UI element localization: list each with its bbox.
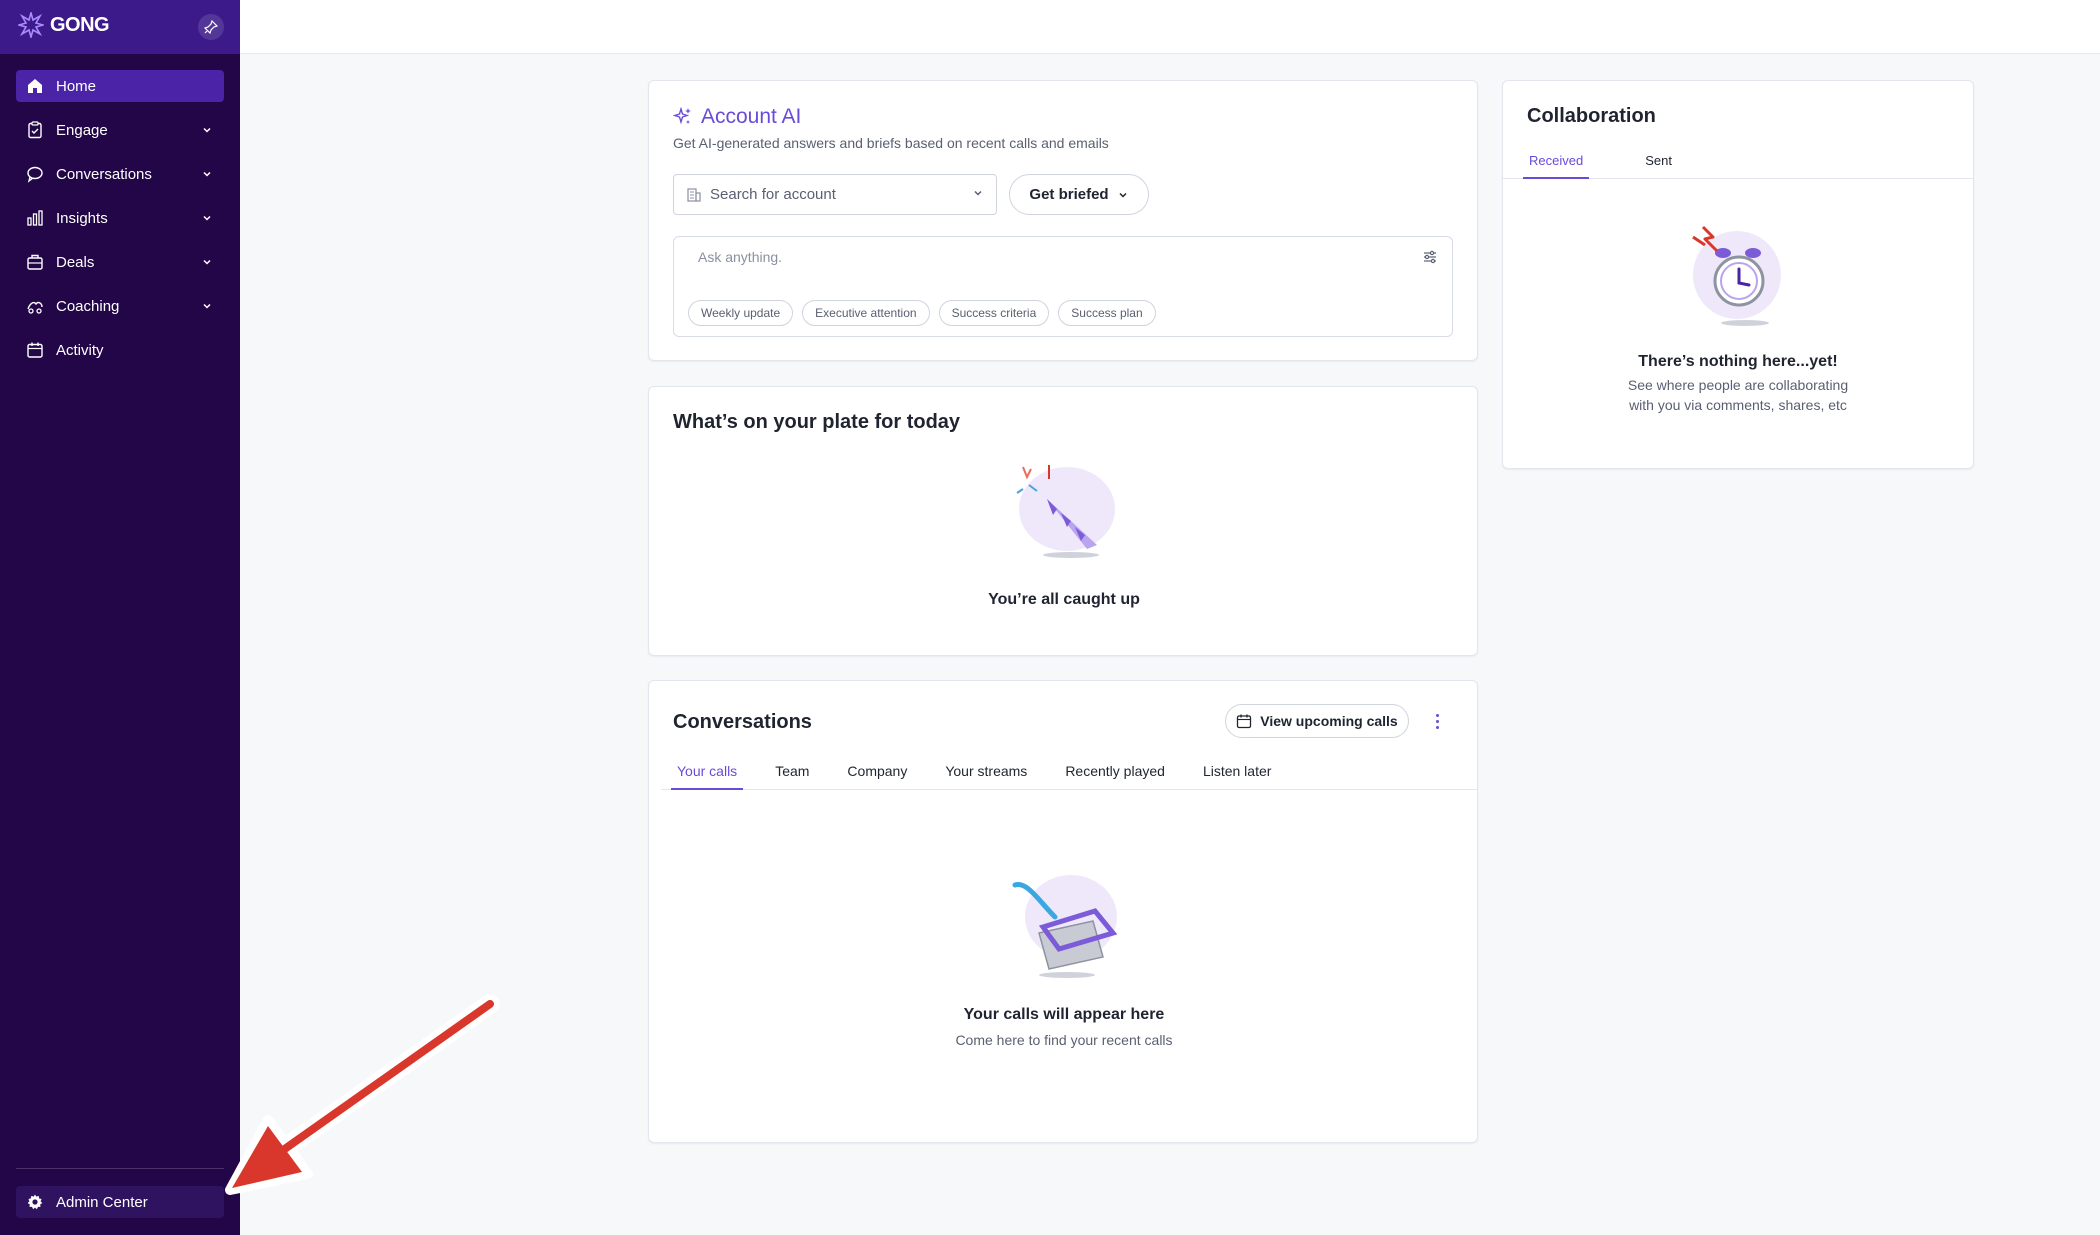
- collaboration-empty-subtitle-2: with you via comments, shares, etc: [1629, 397, 1847, 413]
- chat-icon: [26, 165, 44, 183]
- conversations-empty-state: Your calls will appear here Come here to…: [649, 1006, 1479, 1050]
- ask-anything-input[interactable]: Ask anything. Weekly update Executive at…: [673, 236, 1453, 337]
- calendar-icon: [26, 341, 44, 359]
- conversations-empty-subtitle: Come here to find your recent calls: [955, 1032, 1173, 1048]
- collaboration-title: Collaboration: [1527, 105, 1656, 127]
- calendar-icon: [1237, 714, 1252, 729]
- party-horn-illustration: [1016, 465, 1115, 558]
- collaboration-tabs: Received Sent: [1503, 153, 1973, 179]
- get-briefed-button[interactable]: Get briefed: [1009, 174, 1149, 215]
- sidebar-item-coaching[interactable]: Coaching: [16, 290, 224, 322]
- chevron-down-icon: [200, 211, 214, 225]
- pin-button[interactable]: [198, 14, 224, 40]
- bar-chart-icon: [26, 209, 44, 227]
- admin-center-label: Admin Center: [56, 1193, 148, 1211]
- home-icon: [26, 77, 44, 95]
- account-search-dropdown[interactable]: Search for account: [673, 174, 997, 215]
- sidebar: GONG Home Engage Conversations Insights …: [0, 0, 240, 1235]
- sidebar-item-label: Insights: [56, 209, 108, 227]
- tab-received[interactable]: Received: [1522, 153, 1590, 179]
- collaboration-empty-subtitle-1: See where people are collaborating: [1627, 377, 1849, 393]
- account-ai-title: Account AI: [673, 105, 801, 129]
- chevron-down-icon: [200, 167, 214, 181]
- sidebar-item-label: Coaching: [56, 297, 120, 315]
- account-search-placeholder: Search for account: [710, 186, 836, 203]
- chevron-down-icon: [200, 299, 214, 313]
- more-options-icon[interactable]: [1431, 709, 1443, 733]
- annotation-arrow: [225, 994, 500, 1195]
- tab-your-calls[interactable]: Your calls: [670, 763, 744, 790]
- conversations-empty-title: Your calls will appear here: [963, 1006, 1165, 1023]
- conversations-tabs: Your calls Team Company Your streams Rec…: [661, 763, 1477, 790]
- collaboration-card: Collaboration Received Sent There’s noth…: [1502, 80, 1974, 469]
- sidebar-item-engage[interactable]: Engage: [16, 114, 224, 146]
- gear-icon: [26, 1193, 44, 1211]
- sidebar-divider: [16, 1168, 224, 1169]
- collaboration-empty-state: There’s nothing here...yet! See where pe…: [1503, 353, 1973, 415]
- sidebar-item-label: Activity: [56, 341, 104, 359]
- tab-your-streams[interactable]: Your streams: [945, 763, 1027, 789]
- admin-center-button[interactable]: Admin Center: [16, 1186, 224, 1218]
- sidebar-item-label: Deals: [56, 253, 95, 271]
- chevron-down-icon: [200, 255, 214, 269]
- clipboard-icon: [26, 121, 44, 139]
- conversations-title: Conversations: [673, 711, 812, 733]
- building-icon: [687, 187, 701, 202]
- tab-recently-played[interactable]: Recently played: [1065, 763, 1165, 789]
- tab-team[interactable]: Team: [775, 763, 809, 789]
- plate-empty-state: You’re all caught up: [649, 591, 1479, 609]
- gong-logo[interactable]: GONG: [18, 12, 110, 38]
- tab-sent[interactable]: Sent: [1645, 153, 1672, 178]
- suggestion-chips: Weekly update Executive attention Succes…: [688, 300, 1156, 326]
- sidebar-item-deals[interactable]: Deals: [16, 246, 224, 278]
- conversations-card: Conversations View upcoming calls Your c…: [648, 680, 1478, 1143]
- plate-card: What’s on your plate for today You’re al…: [648, 386, 1478, 656]
- gong-burst-icon: [18, 12, 44, 38]
- plate-empty-title: You’re all caught up: [988, 591, 1140, 608]
- tab-listen-later[interactable]: Listen later: [1203, 763, 1271, 789]
- lunchbox-illustration: [1012, 875, 1118, 978]
- chevron-down-icon: [200, 123, 214, 137]
- sidebar-nav: Home Engage Conversations Insights Deals…: [16, 70, 224, 378]
- alarm-clock-illustration: [1692, 225, 1781, 326]
- top-bar: [240, 0, 2100, 54]
- sidebar-item-conversations[interactable]: Conversations: [16, 158, 224, 190]
- tab-company[interactable]: Company: [847, 763, 907, 789]
- briefcase-icon: [26, 253, 44, 271]
- chevron-down-icon: [972, 186, 984, 203]
- chevron-down-icon: [1119, 192, 1127, 198]
- chip-executive-attention[interactable]: Executive attention: [802, 300, 930, 326]
- ask-placeholder: Ask anything.: [698, 249, 783, 265]
- sidebar-item-insights[interactable]: Insights: [16, 202, 224, 234]
- coaching-icon: [26, 297, 44, 315]
- plate-title: What’s on your plate for today: [673, 411, 961, 433]
- sidebar-item-label: Home: [56, 77, 97, 95]
- sparkle-icon: [673, 107, 691, 125]
- collaboration-empty-title: There’s nothing here...yet!: [1638, 353, 1838, 370]
- sidebar-item-home[interactable]: Home: [16, 70, 224, 102]
- sidebar-item-label: Engage: [56, 121, 108, 139]
- chip-success-plan[interactable]: Success plan: [1058, 300, 1156, 326]
- account-ai-subtitle: Get AI-generated answers and briefs base…: [673, 135, 1109, 151]
- chip-success-criteria[interactable]: Success criteria: [938, 300, 1050, 326]
- sidebar-item-label: Conversations: [56, 165, 152, 183]
- pin-icon: [204, 20, 218, 34]
- view-upcoming-calls-button[interactable]: View upcoming calls: [1225, 704, 1409, 738]
- sidebar-item-activity[interactable]: Activity: [16, 334, 224, 366]
- chip-weekly-update[interactable]: Weekly update: [688, 300, 794, 326]
- sliders-icon[interactable]: [1422, 249, 1438, 270]
- logo-bar: GONG: [0, 0, 240, 54]
- account-ai-card: Account AI Get AI-generated answers and …: [648, 80, 1478, 361]
- logo-text: GONG: [50, 13, 110, 36]
